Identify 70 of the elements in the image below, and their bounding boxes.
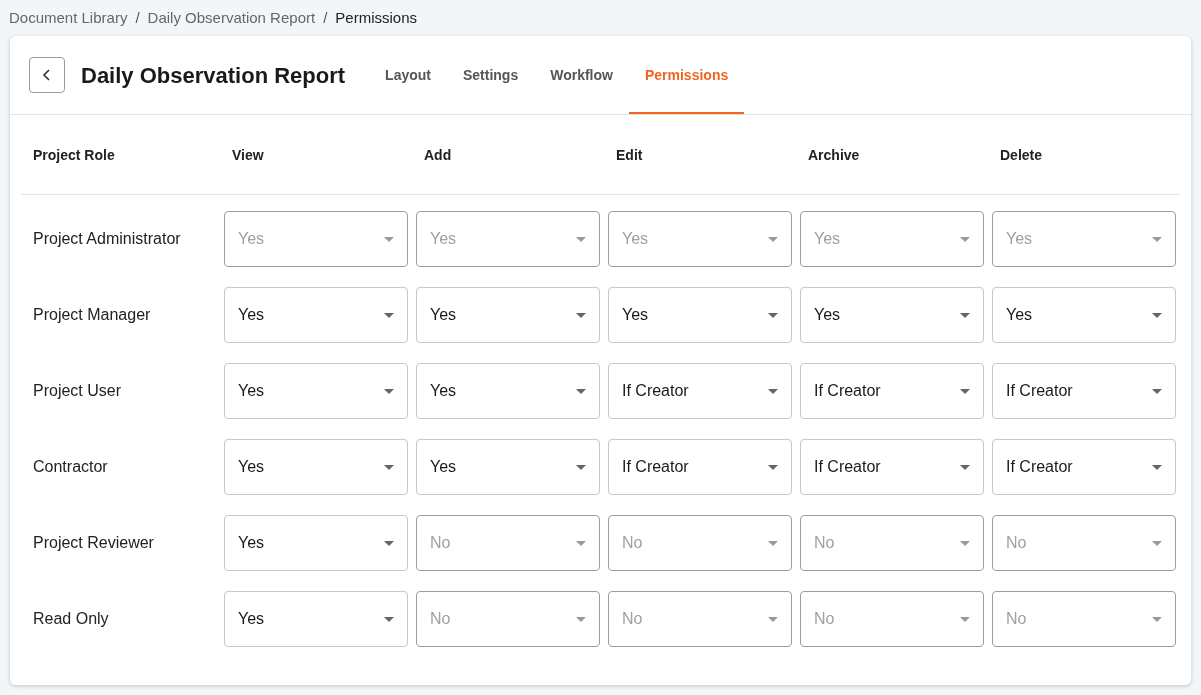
dropdown-caret-icon <box>576 540 586 546</box>
dropdown-caret-icon <box>960 236 970 242</box>
permission-dropdown[interactable]: Yes <box>416 439 600 495</box>
permission-dropdown[interactable]: If Creator <box>992 439 1176 495</box>
breadcrumb-separator: / <box>135 7 140 28</box>
dropdown-caret-icon <box>960 540 970 546</box>
dropdown-caret-icon <box>576 616 586 622</box>
dropdown-caret-icon <box>1152 236 1162 242</box>
back-button[interactable] <box>29 57 65 93</box>
dropdown-caret-icon <box>576 236 586 242</box>
role-label: Project Manager <box>32 305 151 325</box>
dropdown-caret-icon <box>768 236 778 242</box>
dropdown-caret-icon <box>1152 388 1162 394</box>
dropdown-caret-icon <box>384 312 394 318</box>
permission-dropdown[interactable]: If Creator <box>992 363 1176 419</box>
permission-dropdown[interactable]: If Creator <box>800 439 984 495</box>
dropdown-caret-icon <box>768 540 778 546</box>
breadcrumb-separator: / <box>323 7 328 28</box>
permission-dropdown[interactable]: Yes <box>800 287 984 343</box>
page-title: Daily Observation Report <box>81 61 346 90</box>
dropdown-caret-icon <box>960 616 970 622</box>
permission-dropdown[interactable]: Yes <box>416 287 600 343</box>
dropdown-caret-icon <box>768 616 778 622</box>
permission-dropdown[interactable]: Yes <box>224 439 408 495</box>
column-header: View <box>231 146 265 165</box>
dropdown-caret-icon <box>1152 464 1162 470</box>
permission-dropdown[interactable]: Yes <box>224 287 408 343</box>
tab[interactable]: Workflow <box>534 36 629 114</box>
role-label: Contractor <box>32 457 108 477</box>
dropdown-caret-icon <box>384 616 394 622</box>
column-header: Project Role <box>32 146 116 165</box>
tab[interactable]: Settings <box>446 36 535 114</box>
dropdown-caret-icon <box>576 312 586 318</box>
permission-dropdown[interactable]: Yes <box>224 515 408 571</box>
column-header: Add <box>423 146 453 165</box>
permission-dropdown[interactable]: Yes <box>224 591 408 647</box>
dropdown-caret-icon <box>384 388 394 394</box>
permission-dropdown[interactable]: If Creator <box>608 439 792 495</box>
role-label: Project User <box>32 381 122 401</box>
permission-dropdown[interactable]: Yes <box>416 363 600 419</box>
breadcrumb-link[interactable]: Daily Observation Report <box>147 6 316 30</box>
dropdown-caret-icon <box>576 388 586 394</box>
column-header: Delete <box>999 146 1044 165</box>
role-label: Project Reviewer <box>32 533 154 553</box>
breadcrumb-link[interactable]: Document Library <box>9 6 128 30</box>
dropdown-caret-icon <box>960 312 970 318</box>
column-header: Archive <box>807 146 861 165</box>
breadcrumb-current: Permissions <box>335 7 417 28</box>
dropdown-caret-icon <box>960 388 970 394</box>
permission-dropdown[interactable]: If Creator <box>800 363 984 419</box>
dropdown-caret-icon <box>1152 540 1162 546</box>
dropdown-caret-icon <box>384 464 394 470</box>
dropdown-caret-icon <box>768 312 778 318</box>
dropdown-caret-icon <box>768 388 778 394</box>
permission-dropdown[interactable]: Yes <box>224 363 408 419</box>
role-label: Project Administrator <box>32 229 181 249</box>
dropdown-caret-icon <box>960 464 970 470</box>
column-header: Edit <box>615 146 644 165</box>
dropdown-caret-icon <box>384 236 394 242</box>
tab[interactable]: Layout <box>369 36 447 114</box>
chevron-left-icon <box>42 69 52 81</box>
dropdown-caret-icon <box>576 464 586 470</box>
dropdown-caret-icon <box>1152 312 1162 318</box>
permission-dropdown[interactable]: Yes <box>992 287 1176 343</box>
permission-dropdown[interactable]: Yes <box>608 287 792 343</box>
permission-dropdown[interactable]: If Creator <box>608 363 792 419</box>
role-label: Read Only <box>32 609 109 629</box>
dropdown-caret-icon <box>384 540 394 546</box>
dropdown-caret-icon <box>1152 616 1162 622</box>
dropdown-caret-icon <box>768 464 778 470</box>
